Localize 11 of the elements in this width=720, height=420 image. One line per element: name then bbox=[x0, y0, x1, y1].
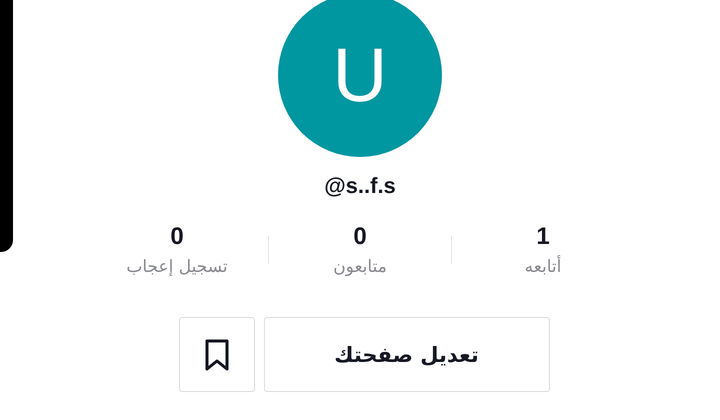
bookmark-button[interactable] bbox=[178, 317, 254, 392]
username: @s..f.s bbox=[324, 173, 396, 199]
avatar: U bbox=[278, 0, 442, 157]
stat-count: 1 bbox=[536, 223, 550, 251]
bookmark-icon bbox=[204, 338, 230, 370]
stat-label: متابعون bbox=[333, 257, 387, 277]
edit-profile-button[interactable]: تعديل صفحتك bbox=[264, 317, 550, 392]
stat-label: أتابعه bbox=[524, 257, 562, 277]
stat-count: 0 bbox=[353, 223, 367, 251]
stat-count: 0 bbox=[170, 223, 184, 251]
stat-label: تسجيل إعجاب bbox=[126, 257, 228, 277]
